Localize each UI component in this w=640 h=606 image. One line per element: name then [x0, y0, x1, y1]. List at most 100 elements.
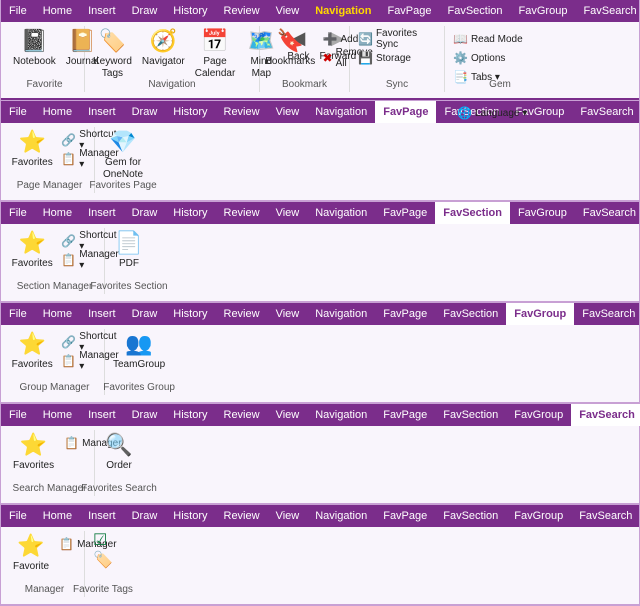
favtag-tabbar: File Home Insert Draw History Review Vie… — [1, 505, 639, 527]
tab-home-1[interactable]: Home — [35, 0, 80, 22]
storage-icon: 💾 — [358, 51, 373, 65]
tab-history-6[interactable]: History — [165, 505, 215, 527]
language-button[interactable]: 🌐 Language ▾ — [453, 104, 531, 122]
tab-insert-4[interactable]: Insert — [80, 303, 124, 325]
bookmarks-button[interactable]: 🔖 Bookmarks — [264, 26, 317, 70]
tab-favsearch-3[interactable]: FavSearch — [575, 202, 640, 224]
favorites-group-button[interactable]: ⭐ Favorites — [9, 329, 55, 373]
navigator-button[interactable]: 🧭 Navigator — [138, 26, 189, 70]
tab-favgroup-4[interactable]: FavGroup — [506, 303, 574, 325]
navigator-icon: 🧭 — [150, 28, 177, 54]
tab-view-5[interactable]: View — [268, 404, 308, 426]
tab-review-2[interactable]: Review — [216, 101, 268, 123]
tab-file-1[interactable]: File — [1, 0, 35, 22]
read-mode-button[interactable]: 📖 Read Mode — [449, 30, 527, 48]
tab-favsection-4[interactable]: FavSection — [435, 303, 506, 325]
favgroup-ribbon-content: ⭐ Favorites 🔗 Shortcut ▾ 📋 Manager ▾ — [1, 325, 639, 403]
tab-insert-6[interactable]: Insert — [80, 505, 124, 527]
tab-favsection-5[interactable]: FavSection — [435, 404, 506, 426]
tab-view-2[interactable]: View — [268, 101, 308, 123]
tab-favsection-1[interactable]: FavSection — [440, 0, 511, 22]
tab-favpage-3[interactable]: FavPage — [375, 202, 435, 224]
tab-file-2[interactable]: File — [1, 101, 35, 123]
tab-history-2[interactable]: History — [165, 101, 215, 123]
tab-favpage-1[interactable]: FavPage — [379, 0, 439, 22]
tab-draw-5[interactable]: Draw — [124, 404, 166, 426]
tab-insert-3[interactable]: Insert — [80, 202, 124, 224]
tab-file-3[interactable]: File — [1, 202, 35, 224]
tab-history-3[interactable]: History — [165, 202, 215, 224]
tag-tag-button[interactable]: 🏷️ — [89, 551, 117, 569]
keyword-tags-button[interactable]: 🏷️ KeywordTags — [89, 26, 136, 82]
tab-insert-1[interactable]: Insert — [80, 0, 124, 22]
options-button[interactable]: ⚙️ Options — [449, 49, 527, 67]
tab-draw-3[interactable]: Draw — [124, 202, 166, 224]
favorite-tag-button[interactable]: ⭐ Favorite — [9, 531, 53, 575]
tab-view-6[interactable]: View — [268, 505, 308, 527]
tab-favpage-2[interactable]: FavPage — [375, 101, 436, 123]
tab-favgroup-5[interactable]: FavGroup — [506, 404, 571, 426]
tab-draw-4[interactable]: Draw — [124, 303, 166, 325]
tab-favgroup-6[interactable]: FavGroup — [506, 505, 571, 527]
tab-draw-1[interactable]: Draw — [124, 0, 166, 22]
tab-navigation-2[interactable]: Navigation — [307, 101, 375, 123]
tab-navigation-1[interactable]: Navigation — [307, 0, 379, 22]
tab-review-4[interactable]: Review — [216, 303, 268, 325]
tab-home-3[interactable]: Home — [35, 202, 80, 224]
tab-favsection-6[interactable]: FavSection — [435, 505, 506, 527]
tab-review-5[interactable]: Review — [216, 404, 268, 426]
tab-favsearch-4[interactable]: FavSearch — [574, 303, 640, 325]
tab-review-6[interactable]: Review — [216, 505, 268, 527]
tab-home-6[interactable]: Home — [35, 505, 80, 527]
favorites-search-label: Favorites — [13, 460, 54, 472]
order-button[interactable]: 🔍 Order — [99, 430, 139, 474]
tab-favgroup-1[interactable]: FavGroup — [511, 0, 576, 22]
tab-favpage-4[interactable]: FavPage — [375, 303, 435, 325]
favorites-sync-label: Favorites Sync — [376, 28, 436, 50]
tab-favsearch-5[interactable]: FavSearch — [571, 404, 640, 426]
storage-button[interactable]: 💾 Storage — [354, 49, 440, 67]
tab-insert-2[interactable]: Insert — [80, 101, 124, 123]
pdf-button[interactable]: 📄 PDF — [109, 228, 149, 272]
check-tag-button[interactable]: ☑ — [89, 531, 111, 549]
tab-navigation-5[interactable]: Navigation — [307, 404, 375, 426]
tab-favsearch-2[interactable]: FavSearch — [572, 101, 640, 123]
tab-navigation-3[interactable]: Navigation — [307, 202, 375, 224]
favorites-section-button[interactable]: ⭐ Favorites — [9, 228, 55, 272]
tab-view-3[interactable]: View — [268, 202, 308, 224]
tab-draw-2[interactable]: Draw — [124, 101, 166, 123]
page-calendar-button[interactable]: 📅 PageCalendar — [191, 26, 240, 82]
favorites-search-button[interactable]: ⭐ Favorites — [9, 430, 58, 474]
tab-history-5[interactable]: History — [165, 404, 215, 426]
manager-search-icon: 📋 — [64, 436, 79, 450]
tab-home-5[interactable]: Home — [35, 404, 80, 426]
tab-favsearch-6[interactable]: FavSearch — [571, 505, 640, 527]
tab-file-4[interactable]: File — [1, 303, 35, 325]
tab-insert-5[interactable]: Insert — [80, 404, 124, 426]
tabs-button[interactable]: 📑 Tabs ▾ — [449, 68, 527, 86]
tab-view-4[interactable]: View — [268, 303, 308, 325]
tab-home-2[interactable]: Home — [35, 101, 80, 123]
tab-history-1[interactable]: History — [165, 0, 215, 22]
tab-draw-6[interactable]: Draw — [124, 505, 166, 527]
gem-onenote-button[interactable]: 💎 Gem forOneNote — [99, 127, 147, 183]
favorites-section-group-label: Favorites Section — [90, 281, 167, 292]
tab-navigation-6[interactable]: Navigation — [307, 505, 375, 527]
tab-favpage-5[interactable]: FavPage — [375, 404, 435, 426]
tab-home-4[interactable]: Home — [35, 303, 80, 325]
favorites-page-button[interactable]: ⭐ Favorites — [9, 127, 55, 171]
favorites-sync-button[interactable]: 🔄 Favorites Sync — [354, 30, 440, 48]
tab-file-5[interactable]: File — [1, 404, 35, 426]
teamgroup-button[interactable]: 👥 TeamGroup — [109, 329, 169, 373]
tab-favgroup-3[interactable]: FavGroup — [510, 202, 575, 224]
tab-history-4[interactable]: History — [165, 303, 215, 325]
tab-favsection-3[interactable]: FavSection — [435, 202, 510, 224]
tab-navigation-4[interactable]: Navigation — [307, 303, 375, 325]
tab-file-6[interactable]: File — [1, 505, 35, 527]
tab-view-1[interactable]: View — [268, 0, 308, 22]
tab-favpage-6[interactable]: FavPage — [375, 505, 435, 527]
notebook-button[interactable]: 📓 Notebook — [9, 26, 60, 70]
tab-review-1[interactable]: Review — [216, 0, 268, 22]
tab-review-3[interactable]: Review — [216, 202, 268, 224]
tab-favsearch-1[interactable]: FavSearch — [575, 0, 640, 22]
